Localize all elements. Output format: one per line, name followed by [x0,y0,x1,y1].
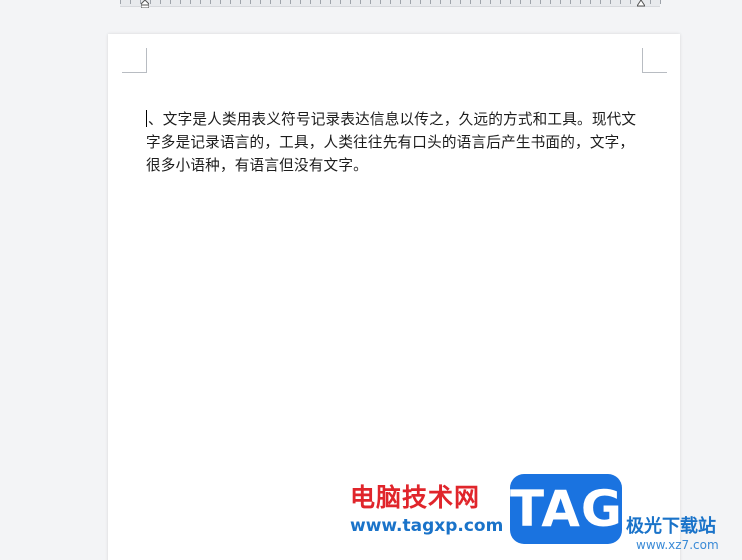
watermark-site-name: 电脑技术网 [350,483,481,512]
watermark-partner-url: www.xz7.com [636,538,719,552]
document-body-text[interactable]: 、文字是人类用表义符号记录表达信息以传之，久远的方式和工具。现代文字多是记录语言… [146,108,646,177]
watermark-partner-name: 极光下载站 [626,516,716,537]
watermark-site-url: www.tagxp.com [350,516,504,536]
document-workspace[interactable]: 、文字是人类用表义符号记录表达信息以传之，久远的方式和工具。现代文字多是记录语言… [0,0,742,560]
ruler-tick [280,0,281,4]
ruler-tick [220,0,221,4]
ruler-tick [230,0,231,4]
ruler-tick [500,0,501,4]
text-cursor [146,110,147,127]
ruler-tick [270,0,271,4]
ruler-tick [320,0,321,4]
ruler-tick [290,0,291,4]
ruler-tick [240,0,241,4]
ruler-tick [200,0,201,4]
ruler-tick [600,0,601,4]
document-paragraph[interactable]: 、文字是人类用表义符号记录表达信息以传之，久远的方式和工具。现代文字多是记录语言… [146,111,636,174]
ruler-tick [650,0,651,4]
ruler-tick [610,0,611,4]
ruler-tick [560,0,561,4]
ruler-tick [410,0,411,4]
ruler-tick [170,0,171,4]
ruler-tick [460,0,461,4]
ruler-tick [250,0,251,4]
ruler-tick [450,0,451,4]
ruler-tick [210,0,211,4]
ruler-tick [660,0,661,4]
ruler-tick [520,0,521,4]
ruler-tick [490,0,491,4]
ruler-tick [380,0,381,4]
ruler-tick [510,0,511,4]
ruler-tick [260,0,261,4]
ruler-tick [180,0,181,4]
ruler-tick [400,0,401,4]
watermark-overlay: 电脑技术网 www.tagxp.com TAG 极光下载站 www.xz7.co… [348,472,742,560]
ruler-tick [620,0,621,4]
ruler-tick [150,0,151,4]
ruler-tick [420,0,421,4]
ruler-tick [470,0,471,4]
ruler-tick [340,0,341,4]
margin-corner-top-right [642,48,667,73]
ruler-tick [120,0,121,4]
ruler-tick [130,0,131,4]
ruler-tick [300,0,301,4]
ruler-tick [570,0,571,4]
margin-corner-top-left [122,48,147,73]
ruler-tick [430,0,431,4]
ruler-tick [160,0,161,4]
horizontal-ruler[interactable] [120,0,661,7]
ruler-tick [630,0,631,4]
ruler-tick [370,0,371,4]
left-indent-marker-icon[interactable] [141,0,149,8]
ruler-tick [590,0,591,4]
ruler-tick [480,0,481,4]
right-indent-marker-icon[interactable] [637,0,645,8]
ruler-tick [540,0,541,4]
ruler-tick [190,0,191,4]
watermark-tag-logo: TAG [510,474,622,544]
ruler-tick [310,0,311,4]
ruler-tick [440,0,441,4]
ruler-tick [530,0,531,4]
ruler-tick [350,0,351,4]
ruler-tick [360,0,361,4]
ruler-tick [580,0,581,4]
ruler-tick [550,0,551,4]
ruler-tick [390,0,391,4]
ruler-tick [330,0,331,4]
